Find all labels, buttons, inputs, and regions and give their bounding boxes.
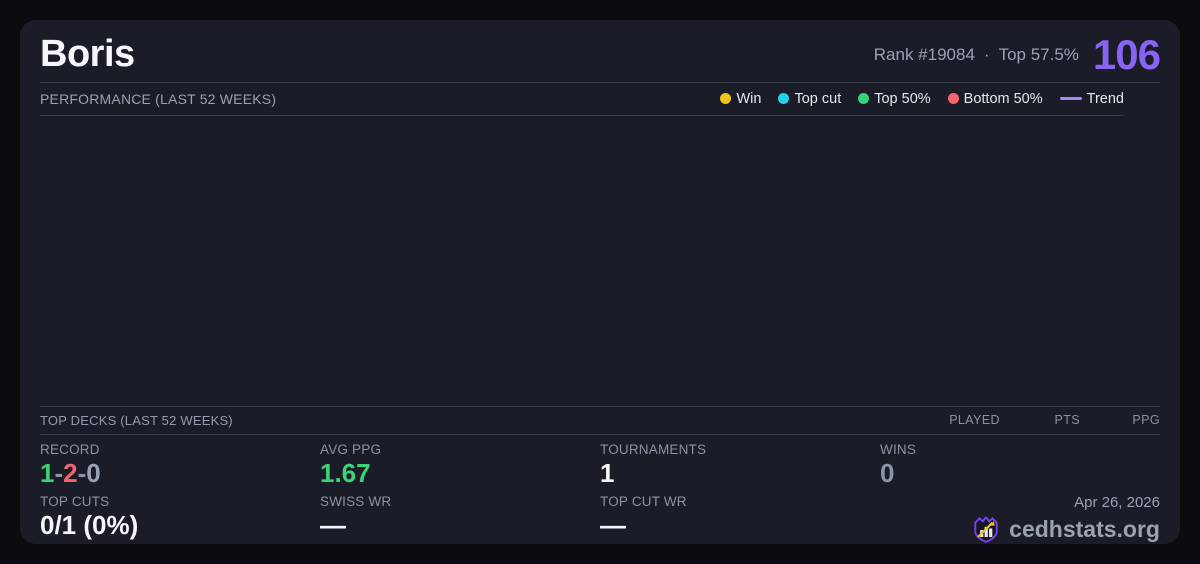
avg-ppg-value: 1.67 [320,458,371,488]
top-decks-columns: PLAYED PTS PPG [920,413,1160,427]
score-value: 106 [1092,30,1161,78]
legend-item-win: Win [720,91,761,107]
stat-avg-ppg: AVG PPG 1.67 [320,440,600,492]
trend-line-icon [1059,97,1082,101]
performance-chart [40,116,1124,406]
stat-top-cuts: TOP CUTS 0/1 (0%) [40,492,320,544]
stat-record: RECORD 1-2-0 [40,440,320,492]
legend-item-top-50: Top 50% [858,90,931,107]
legend-label: Top 50% [874,90,931,107]
footer-brand-block: Apr 26, 2026 cedhstats.org [880,492,1160,544]
stats-grid: RECORD 1-2-0 AVG PPG 1.67 TOURNAMENTS 1 … [40,435,1160,544]
brand-label: cedhstats.org [1009,515,1160,542]
win-dot-icon [720,93,732,105]
record-sep: - [54,458,64,488]
top-50-dot-icon [858,93,870,105]
top-cuts-value: 0/1 (0%) [40,510,139,540]
legend-item-top-cut: Top cut [778,91,841,107]
legend-label: Trend [1086,90,1124,107]
legend-label: Bottom 50% [963,90,1043,107]
swiss-wr-value: — [320,510,346,540]
record-wins: 1 [40,458,55,488]
header-rank-block: Rank #19084 · Top 57.5% 106 [874,30,1161,79]
wins-value: 0 [880,458,895,488]
stat-label: RECORD [40,442,100,457]
legend-item-trend: Trend [1059,90,1124,107]
performance-heading: PERFORMANCE (LAST 52 WEEKS) [40,90,277,107]
stat-swiss-wr: SWISS WR — [320,492,600,544]
stat-label: AVG PPG [320,442,382,457]
column-header-played: PLAYED [949,413,1000,428]
stat-label: TOURNAMENTS [600,442,707,457]
card-header: Boris Rank #19084 · Top 57.5% 106 [40,20,1161,83]
stat-label: SWISS WR [320,494,392,509]
column-header-ppg: PPG [1132,413,1160,428]
brand: cedhstats.org [971,514,1160,544]
legend-label: Top cut [794,90,842,107]
date-label: Apr 26, 2026 [1074,494,1160,511]
performance-header: PERFORMANCE (LAST 52 WEEKS) Win Top cut … [40,83,1124,116]
percentile-label: Top 57.5% [998,44,1079,64]
rank-label: Rank #19084 [873,44,975,64]
column-header-pts: PTS [1054,413,1080,428]
record-value: 1-2-0 [40,459,320,488]
tournaments-value: 1 [600,458,615,488]
stat-tournaments: TOURNAMENTS 1 [600,440,880,492]
stat-label: WINS [880,442,917,457]
stat-label: TOP CUT WR [600,494,687,509]
record-losses: 2 [63,458,78,488]
top-cut-dot-icon [778,93,790,105]
stat-top-cut-wr: TOP CUT WR — [600,492,880,544]
record-sep: - [77,458,87,488]
top-cut-wr-value: — [600,510,626,540]
stat-label: TOP CUTS [40,494,110,509]
top-decks-heading: TOP DECKS (LAST 52 WEEKS) [40,412,233,428]
cedhstats-logo-icon [971,514,1001,544]
performance-section: PERFORMANCE (LAST 52 WEEKS) Win Top cut … [40,83,1124,406]
rank-line: Rank #19084 · Top 57.5% [874,45,1079,65]
player-stats-card: Boris Rank #19084 · Top 57.5% 106 PERFOR… [20,20,1180,544]
top-decks-header: TOP DECKS (LAST 52 WEEKS) PLAYED PTS PPG [40,405,1160,435]
legend-item-bottom-50: Bottom 50% [947,90,1043,107]
legend-label: Win [736,90,762,107]
chart-legend: Win Top cut Top 50% Bottom 50% Trend [720,91,1124,107]
page-title: Boris [40,33,135,76]
bottom-50-dot-icon [947,93,959,105]
record-draws: 0 [86,458,101,488]
dot-separator: · [983,44,990,64]
stat-wins: WINS 0 [880,440,1160,492]
